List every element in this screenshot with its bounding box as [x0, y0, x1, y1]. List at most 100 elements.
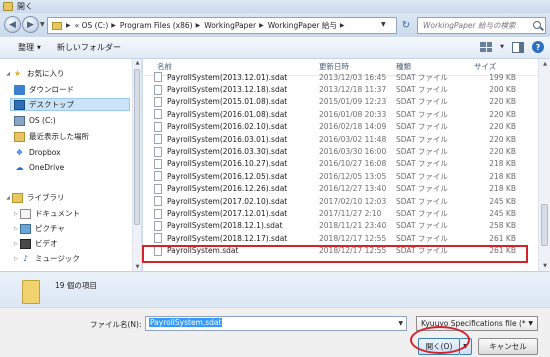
file-name: PayrollSystem(2016.10.27).sdat: [167, 159, 288, 169]
file-icon: [154, 109, 162, 120]
search-box[interactable]: [417, 17, 546, 34]
nav-desktop[interactable]: デスクトップ: [10, 98, 130, 111]
organize-button[interactable]: 整理 ▼: [12, 37, 47, 59]
breadcrumb-workingpaper[interactable]: WorkingPaper: [204, 21, 256, 30]
new-folder-button[interactable]: 新しいフォルダー: [51, 37, 127, 59]
chevron-right-icon[interactable]: ▶: [111, 22, 116, 29]
forward-button[interactable]: ▶: [22, 16, 39, 33]
back-button[interactable]: ◀: [4, 16, 21, 33]
nav-downloads[interactable]: ダウンロード: [14, 83, 74, 96]
file-name: PayrollSystem(2018.12.17).sdat: [167, 233, 288, 243]
breadcrumb-program-files[interactable]: Program Files (x86): [120, 21, 193, 30]
chevron-right-icon[interactable]: ▶: [66, 22, 71, 29]
nav-videos[interactable]: ▷ ビデオ: [12, 237, 58, 250]
file-type: SDAT ファイル: [396, 184, 448, 194]
scroll-thumb[interactable]: [541, 204, 548, 246]
file-row[interactable]: PayrollSystem(2016.03.30).sdat 2016/03/30…: [143, 145, 538, 157]
file-scrollbar[interactable]: ▲ ▼: [538, 59, 550, 271]
scroll-up-icon[interactable]: ▲: [539, 61, 550, 67]
file-date: 2016/03/30 16:00: [319, 147, 387, 157]
recent-pages-dropdown-icon[interactable]: ▼: [40, 21, 45, 28]
nav-pictures[interactable]: ▷ ピクチャ: [12, 222, 65, 235]
expand-icon[interactable]: ▷: [12, 256, 20, 262]
file-row[interactable]: PayrollSystem(2016.02.10).sdat 2016/02/18…: [143, 121, 538, 133]
file-icon: [154, 72, 162, 83]
address-bar[interactable]: ▶ « OS (C:) ▶ Program Files (x86) ▶ Work…: [47, 17, 397, 34]
file-name: PayrollSystem(2013.12.18).sdat: [167, 85, 288, 95]
file-row[interactable]: PayrollSystem(2016.10.27).sdat 2016/10/27…: [143, 158, 538, 170]
address-dropdown-icon[interactable]: ▼: [381, 21, 386, 28]
file-row[interactable]: PayrollSystem.sdat 2018/12/17 12:55 SDAT フ…: [143, 245, 538, 257]
help-icon[interactable]: ?: [532, 41, 544, 53]
nav-recent[interactable]: 最近表示した場所: [14, 130, 89, 143]
nav-documents[interactable]: ▷ ドキュメント: [12, 207, 80, 220]
expand-icon[interactable]: ▷: [12, 226, 20, 232]
file-size: 200 KB: [489, 85, 516, 95]
refresh-button[interactable]: ↻: [398, 18, 414, 33]
file-list: 名前 更新日時 種類 サイズ PayrollSystem(2013.12.01)…: [143, 59, 538, 271]
file-row[interactable]: PayrollSystem(2017.12.01).sdat 2017/11/27…: [143, 207, 538, 219]
file-row[interactable]: PayrollSystem(2016.03.01).sdat 2016/03/02…: [143, 133, 538, 145]
nav-pictures-label: ピクチャ: [35, 224, 65, 233]
cancel-button[interactable]: キャンセル: [478, 338, 538, 355]
scroll-down-icon[interactable]: ▼: [539, 263, 550, 269]
file-size: 218 KB: [489, 184, 516, 194]
breadcrumb-workingpaper-kyuyo[interactable]: WorkingPaper 給与: [268, 20, 337, 31]
file-row[interactable]: PayrollSystem(2015.01.08).sdat 2015/01/09…: [143, 96, 538, 108]
file-row[interactable]: PayrollSystem(2013.12.01).sdat 2013/12/03…: [143, 71, 538, 83]
nav-music[interactable]: ▷ ♪ ミュージック: [12, 252, 80, 265]
nav-libraries[interactable]: ◢ ライブラリ: [4, 191, 65, 204]
address-row: ◀ ▶ ▼ ▶ « OS (C:) ▶ Program Files (x86) …: [0, 13, 550, 37]
view-dropdown-icon[interactable]: ▼: [500, 44, 504, 50]
filename-value[interactable]: PayrollSystem.sdat: [149, 318, 223, 327]
chevron-right-icon[interactable]: ▶: [340, 22, 345, 29]
navigation-pane: ◢ ★ お気に入り ダウンロード デスクトップ OS (C:) 最近表示した場所…: [0, 59, 142, 271]
file-type: SDAT ファイル: [396, 171, 448, 181]
file-size: 199 KB: [489, 72, 516, 82]
chevron-right-icon[interactable]: ▶: [196, 22, 201, 29]
file-type: SDAT ファイル: [396, 97, 448, 107]
file-row[interactable]: PayrollSystem(2013.12.18).sdat 2013/12/18…: [143, 83, 538, 95]
nav-onedrive[interactable]: ☁ OneDrive: [14, 161, 65, 174]
videos-icon: [20, 238, 31, 249]
nav-downloads-label: ダウンロード: [29, 85, 74, 94]
scroll-thumb[interactable]: [134, 69, 140, 225]
item-count: 19 個の項目: [55, 281, 97, 290]
file-row[interactable]: PayrollSystem(2016.01.08).sdat 2016/01/08…: [143, 108, 538, 120]
filename-field[interactable]: PayrollSystem.sdat ▼: [145, 316, 407, 331]
file-size: 245 KB: [489, 209, 516, 219]
collapse-icon[interactable]: ◢: [4, 71, 12, 77]
nav-recent-label: 最近表示した場所: [29, 132, 89, 141]
breadcrumb-os-c[interactable]: « OS (C:): [75, 21, 109, 30]
expand-icon[interactable]: ▷: [12, 211, 20, 217]
chevron-down-icon[interactable]: ▼: [398, 320, 403, 327]
collapse-icon[interactable]: ◢: [4, 195, 12, 201]
preview-pane-icon[interactable]: [512, 41, 524, 53]
file-row[interactable]: PayrollSystem(2018.12.1).sdat 2018/11/21 …: [143, 220, 538, 232]
file-row[interactable]: PayrollSystem(2016.12.05).sdat 2016/12/05…: [143, 170, 538, 182]
file-row[interactable]: PayrollSystem(2017.02.10).sdat 2017/02/10…: [143, 195, 538, 207]
folder-icon: [52, 21, 62, 30]
nav-music-label: ミュージック: [35, 254, 80, 263]
file-row[interactable]: PayrollSystem(2016.12.26).sdat 2016/12/27…: [143, 183, 538, 195]
chevron-right-icon[interactable]: ▶: [259, 22, 264, 29]
file-size: 220 KB: [489, 109, 516, 119]
open-button[interactable]: 開く(O): [418, 338, 460, 355]
scroll-down-icon[interactable]: ▼: [133, 264, 142, 270]
file-name: PayrollSystem(2017.02.10).sdat: [167, 196, 288, 206]
view-icon[interactable]: [480, 42, 493, 52]
nav-os-c[interactable]: OS (C:): [14, 114, 56, 127]
search-icon[interactable]: [533, 21, 541, 29]
file-row[interactable]: PayrollSystem(2018.12.17).sdat 2018/12/17…: [143, 232, 538, 244]
file-type: SDAT ファイル: [396, 246, 448, 256]
open-options-button[interactable]: ▼: [460, 338, 472, 355]
file-type: SDAT ファイル: [396, 134, 448, 144]
search-input[interactable]: [423, 21, 528, 30]
file-date: 2018/11/21 23:40: [319, 221, 387, 231]
filetype-select[interactable]: Kyuuyo Specifications file (* ▼: [416, 316, 538, 331]
nav-dropbox[interactable]: ❖ Dropbox: [14, 146, 61, 159]
expand-icon[interactable]: ▷: [12, 241, 20, 247]
nav-favorites[interactable]: ◢ ★ お気に入り: [4, 67, 64, 80]
nav-scrollbar[interactable]: ▲ ▼: [132, 59, 141, 271]
scroll-up-icon[interactable]: ▲: [133, 60, 142, 66]
